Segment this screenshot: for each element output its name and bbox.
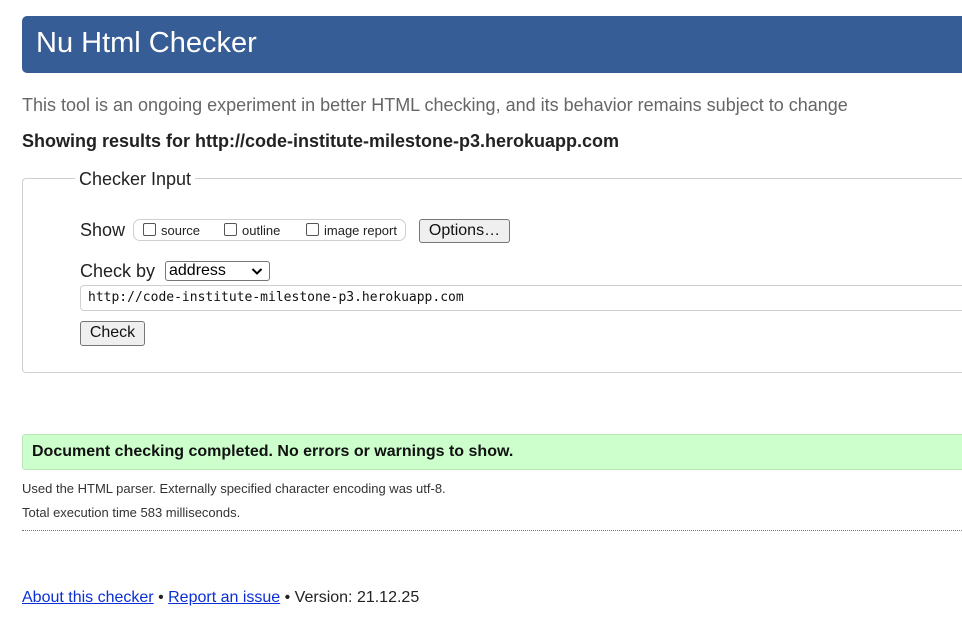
version-text: • Version: 21.12.25	[280, 589, 420, 606]
url-input[interactable]: http://code-institute-milestone-p3.herok…	[80, 285, 962, 311]
outline-checkbox[interactable]	[224, 223, 237, 236]
source-checkbox[interactable]	[143, 223, 156, 236]
chevron-down-icon	[251, 268, 263, 275]
divider	[22, 530, 962, 531]
outline-checkbox-label[interactable]: outline	[242, 224, 280, 238]
source-checkbox-label[interactable]: source	[161, 224, 200, 238]
check-by-label: Check by	[80, 261, 156, 281]
show-options-group: source outline image report	[133, 219, 406, 241]
check-by-select[interactable]: address	[165, 261, 270, 281]
image-report-checkbox[interactable]	[306, 223, 319, 236]
intro-text: This tool is an ongoing experiment in be…	[22, 95, 848, 115]
page-header: Nu Html Checker	[22, 16, 962, 73]
success-message-box: Document checking completed. No errors o…	[22, 434, 962, 470]
checker-input-legend: Checker Input	[75, 168, 196, 190]
page-title: Nu Html Checker	[36, 27, 257, 59]
checker-input-fieldset: Checker Input Show source outline image …	[22, 168, 962, 373]
footer-separator: •	[153, 589, 169, 606]
show-label: Show	[80, 220, 126, 240]
showing-results-heading: Showing results for http://code-institut…	[22, 131, 620, 151]
about-checker-link[interactable]: About this checker	[22, 589, 154, 606]
success-message: Document checking completed. No errors o…	[32, 443, 514, 460]
image-report-checkbox-label[interactable]: image report	[324, 224, 397, 238]
report-issue-link[interactable]: Report an issue	[168, 589, 280, 606]
check-button[interactable]: Check	[80, 321, 145, 346]
footer: About this checker • Report an issue • V…	[22, 588, 419, 608]
check-by-selected-value: address	[169, 262, 226, 279]
execution-time: Total execution time 583 milliseconds.	[22, 505, 241, 520]
options-button[interactable]: Options…	[419, 219, 510, 243]
parser-info: Used the HTML parser. Externally specifi…	[22, 481, 446, 496]
